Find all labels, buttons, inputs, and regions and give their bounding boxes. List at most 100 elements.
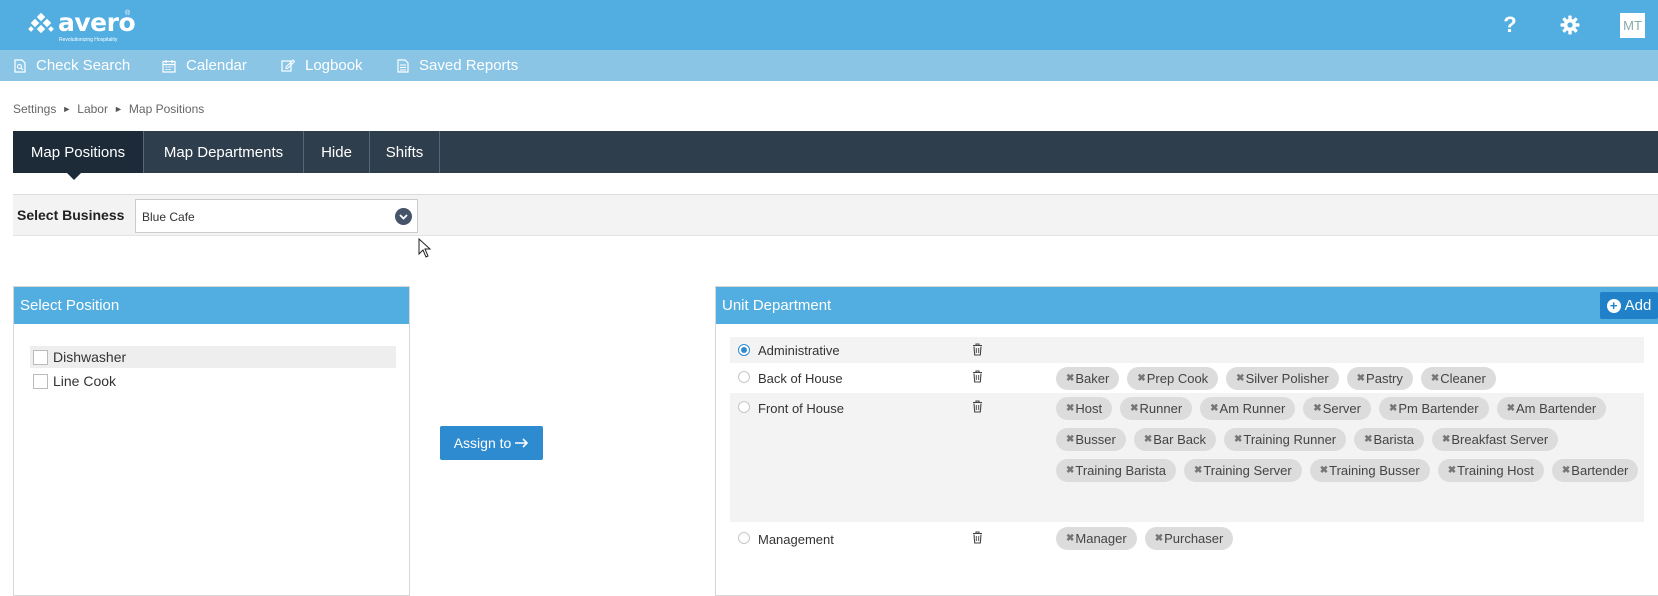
remove-chip-icon[interactable]: ✖ [1448, 465, 1456, 476]
remove-chip-icon[interactable]: ✖ [1431, 373, 1439, 384]
remove-chip-icon[interactable]: ✖ [1507, 403, 1515, 414]
department-row[interactable]: Front of House ✖ Host ✖ Runner ✖ Am Runner … [730, 393, 1644, 522]
add-button-label: Add [1624, 297, 1652, 314]
remove-chip-icon[interactable]: ✖ [1313, 403, 1321, 414]
remove-chip-icon[interactable]: ✖ [1357, 373, 1365, 384]
position-checkbox[interactable] [33, 373, 48, 389]
position-chip[interactable]: ✖ Training Server [1183, 459, 1302, 482]
position-chip[interactable]: ✖ Training Busser [1309, 459, 1430, 482]
remove-chip-icon[interactable]: ✖ [1389, 403, 1397, 414]
nav-check-search[interactable]: Check Search [14, 50, 130, 81]
chip-label: Barista [1373, 432, 1414, 447]
position-chip[interactable]: ✖ Training Host [1437, 459, 1544, 482]
tab-map-positions[interactable]: Map Positions [13, 131, 144, 180]
nav-label: Saved Reports [419, 57, 519, 74]
department-row[interactable]: Administrative [730, 337, 1644, 363]
remove-chip-icon[interactable]: ✖ [1066, 533, 1074, 544]
business-select[interactable]: Blue Cafe [135, 199, 418, 233]
position-chip[interactable]: ✖ Cleaner [1420, 367, 1496, 390]
position-chip[interactable]: ✖ Host [1056, 397, 1113, 420]
position-chip[interactable]: ✖ Bartender [1551, 459, 1639, 482]
chip-label: Server [1322, 401, 1361, 416]
department-radio[interactable] [738, 532, 750, 544]
remove-chip-icon[interactable]: ✖ [1144, 434, 1152, 445]
remove-chip-icon[interactable]: ✖ [1562, 465, 1570, 476]
position-chip[interactable]: ✖ Pastry [1346, 367, 1413, 390]
breadcrumb-labor[interactable]: Labor [77, 102, 108, 116]
chevron-down-icon[interactable] [395, 208, 412, 225]
position-chip[interactable]: ✖ Training Barista [1056, 459, 1176, 482]
department-row[interactable]: Management ✖ Manager ✖ Purchaser [730, 522, 1644, 554]
position-item[interactable]: Dishwasher [30, 346, 396, 368]
position-chip[interactable]: ✖ Barista [1354, 428, 1424, 451]
tab-shifts[interactable]: Shifts [370, 131, 440, 173]
edit-icon [281, 59, 295, 72]
calendar-icon [162, 59, 176, 73]
position-chip[interactable]: ✖ Silver Polisher [1226, 367, 1339, 390]
department-radio[interactable] [738, 371, 750, 383]
remove-chip-icon[interactable]: ✖ [1066, 403, 1074, 414]
department-name: Administrative [758, 343, 840, 358]
chip-label: Training Runner [1243, 432, 1337, 447]
position-chip[interactable]: ✖ Purchaser [1144, 527, 1234, 550]
trash-icon[interactable] [972, 370, 983, 383]
remove-chip-icon[interactable]: ✖ [1442, 434, 1450, 445]
department-row[interactable]: Back of House ✖ Baker ✖ Prep Cook ✖ Silver … [730, 363, 1644, 393]
position-chip[interactable]: ✖ Bar Back [1133, 428, 1216, 451]
department-radio[interactable] [738, 344, 750, 356]
nav-logbook[interactable]: Logbook [281, 50, 363, 81]
tab-label: Hide [321, 143, 352, 161]
chip-label: Am Bartender [1515, 401, 1597, 416]
remove-chip-icon[interactable]: ✖ [1130, 403, 1138, 414]
plus-circle-icon: + [1606, 298, 1621, 313]
remove-chip-icon[interactable]: ✖ [1364, 434, 1372, 445]
nav-saved-reports[interactable]: Saved Reports [397, 50, 518, 81]
chip-label: Runner [1139, 401, 1183, 416]
position-chip[interactable]: ✖ Runner [1120, 397, 1193, 420]
chip-label: Training Host [1457, 463, 1534, 478]
chip-label: Training Barista [1075, 463, 1166, 478]
gear-icon[interactable] [1557, 12, 1583, 38]
position-chip[interactable]: ✖ Baker [1056, 367, 1120, 390]
remove-chip-icon[interactable]: ✖ [1236, 373, 1244, 384]
trash-icon[interactable] [972, 531, 983, 544]
remove-chip-icon[interactable]: ✖ [1320, 465, 1328, 476]
add-department-button[interactable]: + Add [1600, 292, 1658, 319]
active-tab-caret [67, 173, 81, 180]
help-icon[interactable]: ? [1498, 12, 1522, 38]
assign-to-button[interactable]: Assign to [440, 426, 543, 460]
chip-label: Host [1075, 401, 1103, 416]
position-chip[interactable]: ✖ Busser [1056, 428, 1126, 451]
position-item[interactable]: Line Cook [30, 370, 396, 392]
position-chip[interactable]: ✖ Training Runner [1224, 428, 1347, 451]
remove-chip-icon[interactable]: ✖ [1210, 403, 1218, 414]
position-chip[interactable]: ✖ Pm Bartender [1378, 397, 1489, 420]
remove-chip-icon[interactable]: ✖ [1137, 373, 1145, 384]
tab-map-departments[interactable]: Map Departments [144, 131, 304, 173]
remove-chip-icon[interactable]: ✖ [1066, 373, 1074, 384]
trash-icon[interactable] [972, 400, 983, 413]
position-chip[interactable]: ✖ Prep Cook [1127, 367, 1219, 390]
remove-chip-icon[interactable]: ✖ [1066, 465, 1074, 476]
user-avatar[interactable]: MT [1620, 13, 1645, 38]
chip-label: Bar Back [1153, 432, 1206, 447]
remove-chip-icon[interactable]: ✖ [1234, 434, 1242, 445]
remove-chip-icon[interactable]: ✖ [1066, 434, 1074, 445]
position-chip[interactable]: ✖ Am Runner [1200, 397, 1296, 420]
remove-chip-icon[interactable]: ✖ [1194, 465, 1202, 476]
trash-icon[interactable] [972, 343, 983, 356]
position-checkbox[interactable] [33, 349, 48, 365]
tab-hide[interactable]: Hide [304, 131, 370, 173]
breadcrumb-settings[interactable]: Settings [13, 102, 56, 116]
position-chip[interactable]: ✖ Manager [1056, 527, 1137, 550]
chip-label: Breakfast Server [1451, 432, 1549, 447]
nav-calendar[interactable]: Calendar [162, 50, 247, 81]
remove-chip-icon[interactable]: ✖ [1155, 533, 1163, 544]
position-chip[interactable]: ✖ Am Bartender [1496, 397, 1607, 420]
position-chip[interactable]: ✖ Breakfast Server [1431, 428, 1559, 451]
department-radio[interactable] [738, 401, 750, 413]
document-icon [397, 58, 409, 73]
position-chip-list: ✖ Manager ✖ Purchaser [1056, 527, 1646, 550]
position-chip[interactable]: ✖ Server [1303, 397, 1371, 420]
nav-label: Check Search [36, 57, 131, 74]
